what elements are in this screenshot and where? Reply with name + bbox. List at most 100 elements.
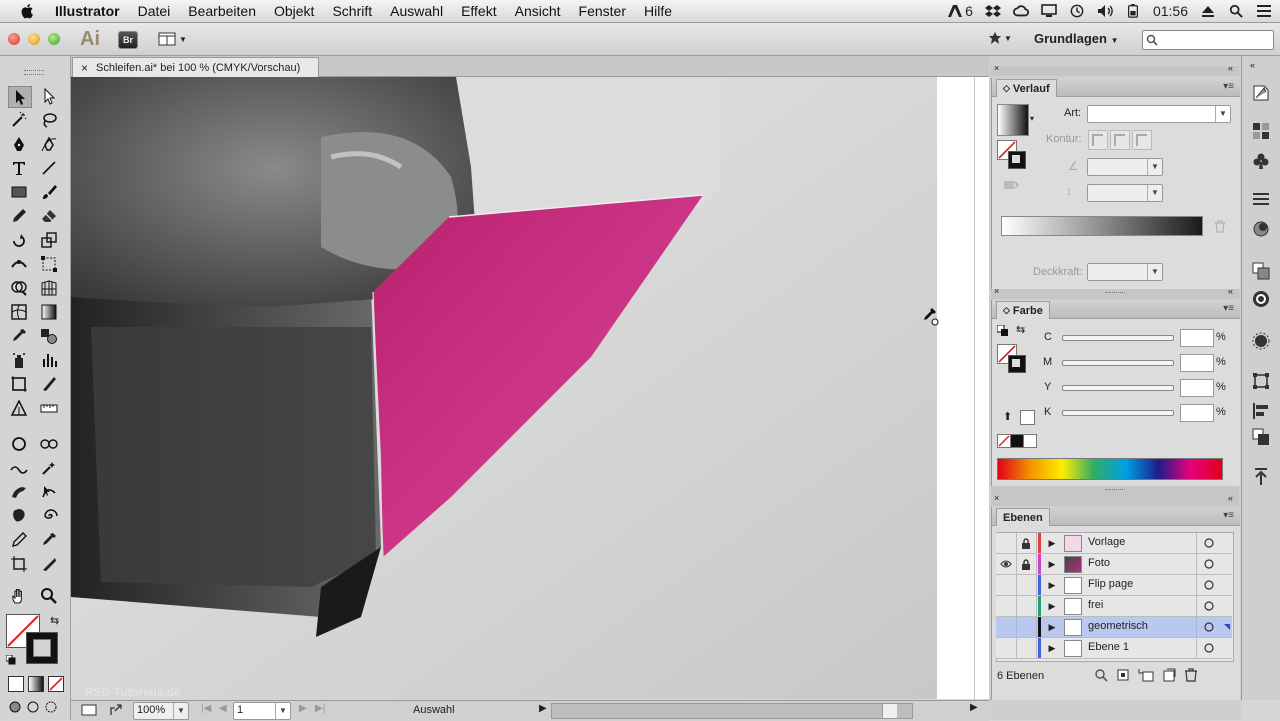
artboard-tool[interactable]: [8, 374, 30, 394]
last-artboard-icon[interactable]: ▶|: [315, 703, 325, 714]
layer-name[interactable]: Flip page: [1088, 578, 1133, 590]
sync-settings-button[interactable]: ▼: [988, 31, 1012, 45]
yellow-slider[interactable]: [1062, 385, 1174, 391]
lock-toggle[interactable]: [1016, 575, 1037, 595]
twirl-tool[interactable]: [38, 506, 60, 526]
layers-panel-tab[interactable]: Ebenen: [996, 508, 1050, 526]
artboard-number-select[interactable]: 1 ▼: [233, 702, 291, 720]
artboard-canvas[interactable]: PSD-Tutorials.de: [71, 77, 989, 699]
lock-toggle[interactable]: [1016, 638, 1037, 658]
layer-row[interactable]: ▶ Foto: [996, 554, 1232, 575]
gradient-stroke-swatch[interactable]: [1008, 151, 1026, 169]
close-panel-group-icon[interactable]: ×: [994, 63, 999, 73]
mesh-tool[interactable]: [8, 302, 30, 322]
stroke-along-button[interactable]: [1110, 130, 1130, 150]
reshape-tool[interactable]: [38, 482, 60, 502]
creative-cloud-icon[interactable]: [1012, 4, 1029, 18]
pen-add-anchor-tool[interactable]: [8, 530, 30, 550]
locate-object-icon[interactable]: [1094, 668, 1108, 682]
gradient-mode-button[interactable]: [28, 676, 44, 692]
menu-fenster[interactable]: Fenster: [570, 3, 635, 19]
target-icon[interactable]: [1196, 638, 1221, 658]
layer-row[interactable]: ▶ Vorlage: [996, 533, 1232, 554]
navigator-panel-icon[interactable]: [1250, 82, 1272, 104]
swap-fill-stroke-icon[interactable]: ⇆: [50, 614, 59, 627]
close-layers-group-icon[interactable]: ×: [994, 493, 999, 503]
battery-icon[interactable]: [1125, 4, 1141, 18]
align-panel-icon[interactable]: [1250, 400, 1272, 422]
draw-normal-icon[interactable]: [8, 700, 22, 714]
eyedropper-tool[interactable]: [8, 326, 30, 346]
free-transform-tool[interactable]: [38, 254, 60, 274]
symbol-sprayer-tool[interactable]: [8, 350, 30, 370]
share-icon[interactable]: [109, 704, 123, 716]
menu-bearbeiten[interactable]: Bearbeiten: [179, 3, 265, 19]
perspective-selection-tool[interactable]: [8, 398, 30, 418]
previous-artboard-icon[interactable]: ◀: [219, 703, 227, 714]
layer-name[interactable]: Ebene 1: [1088, 641, 1129, 653]
spotlight-icon[interactable]: [1228, 4, 1244, 18]
expand-arrow-icon[interactable]: ▶: [1046, 533, 1058, 553]
brushes-panel-icon[interactable]: [1250, 330, 1272, 352]
menu-ansicht[interactable]: Ansicht: [506, 3, 570, 19]
blend-tool[interactable]: [38, 326, 60, 346]
black-color-swatch[interactable]: [1010, 434, 1024, 448]
layer-name[interactable]: geometrisch: [1088, 620, 1148, 632]
magenta-input[interactable]: [1180, 354, 1214, 372]
asset-export-panel-icon[interactable]: [1250, 466, 1272, 488]
swatches-panel-icon[interactable]: [1250, 120, 1272, 142]
puppet-warp-tool[interactable]: [38, 458, 60, 478]
gradient-panel-resize-grip[interactable]: × «: [991, 286, 1239, 299]
time-machine-icon[interactable]: [1069, 4, 1085, 18]
selection-tool[interactable]: [8, 86, 32, 108]
vertical-scrollbar[interactable]: [974, 77, 989, 699]
color-mode-button[interactable]: [8, 676, 24, 692]
visibility-toggle[interactable]: [996, 617, 1017, 637]
curvature-tool[interactable]: [38, 134, 60, 154]
ellipse-tool[interactable]: [8, 434, 30, 454]
stroke-within-button[interactable]: [1088, 130, 1108, 150]
color-spectrum[interactable]: [997, 458, 1223, 480]
line-segment-tool[interactable]: [38, 158, 60, 178]
eraser-tool[interactable]: [38, 206, 60, 226]
layers-panel-menu-icon[interactable]: ▾≡: [1223, 510, 1234, 521]
collapse-layers-icon[interactable]: «: [1228, 493, 1233, 503]
zoom-tool[interactable]: [38, 586, 60, 606]
aspect-ratio-select[interactable]: ▼: [1087, 184, 1163, 202]
wave-tool[interactable]: [8, 458, 30, 478]
eject-icon[interactable]: [1200, 4, 1216, 18]
gradient-slider[interactable]: [1001, 216, 1203, 236]
lock-toggle[interactable]: [1016, 617, 1037, 637]
visibility-toggle[interactable]: [996, 533, 1017, 553]
layer-name[interactable]: Vorlage: [1088, 536, 1125, 548]
document-tab[interactable]: × Schleifen.ai* bei 100 % (CMYK/Vorschau…: [72, 57, 319, 77]
workspace-switcher[interactable]: Grundlagen ▼: [1034, 31, 1119, 46]
magic-wand-tool[interactable]: [8, 110, 30, 130]
gamut-color-swatch[interactable]: [1020, 410, 1035, 425]
scroll-right-icon[interactable]: ▶: [970, 702, 978, 713]
visibility-toggle[interactable]: [996, 638, 1017, 658]
tools-panel-grip[interactable]: [24, 70, 44, 75]
expand-arrow-icon[interactable]: ▶: [1046, 596, 1058, 616]
menu-schrift[interactable]: Schrift: [323, 3, 381, 19]
cyan-slider[interactable]: [1062, 335, 1174, 341]
lock-toggle[interactable]: [1016, 533, 1037, 553]
new-sublayer-icon[interactable]: [1138, 668, 1154, 682]
apple-icon[interactable]: [20, 3, 36, 19]
creative-cloud-libraries-icon[interactable]: [1250, 288, 1272, 310]
status-menu-arrow-icon[interactable]: ▶: [539, 703, 547, 714]
clock[interactable]: 01:56: [1153, 3, 1188, 19]
white-color-swatch[interactable]: [1023, 434, 1037, 448]
ruler-tool[interactable]: [38, 398, 60, 418]
gradient-panel-menu-icon[interactable]: ▾≡: [1223, 81, 1234, 92]
slice-tool[interactable]: [38, 374, 60, 394]
visibility-toggle[interactable]: [996, 596, 1017, 616]
collapse-panel-icon[interactable]: «: [1228, 63, 1233, 73]
paintbrush-tool[interactable]: [38, 182, 60, 202]
angle-select[interactable]: ▼: [1087, 158, 1163, 176]
none-color-swatch[interactable]: [997, 434, 1011, 448]
width-tool[interactable]: [8, 254, 30, 274]
appearance-panel-icon[interactable]: [1250, 218, 1272, 240]
new-layer-icon[interactable]: [1162, 668, 1176, 682]
layer-name[interactable]: frei: [1088, 599, 1103, 611]
